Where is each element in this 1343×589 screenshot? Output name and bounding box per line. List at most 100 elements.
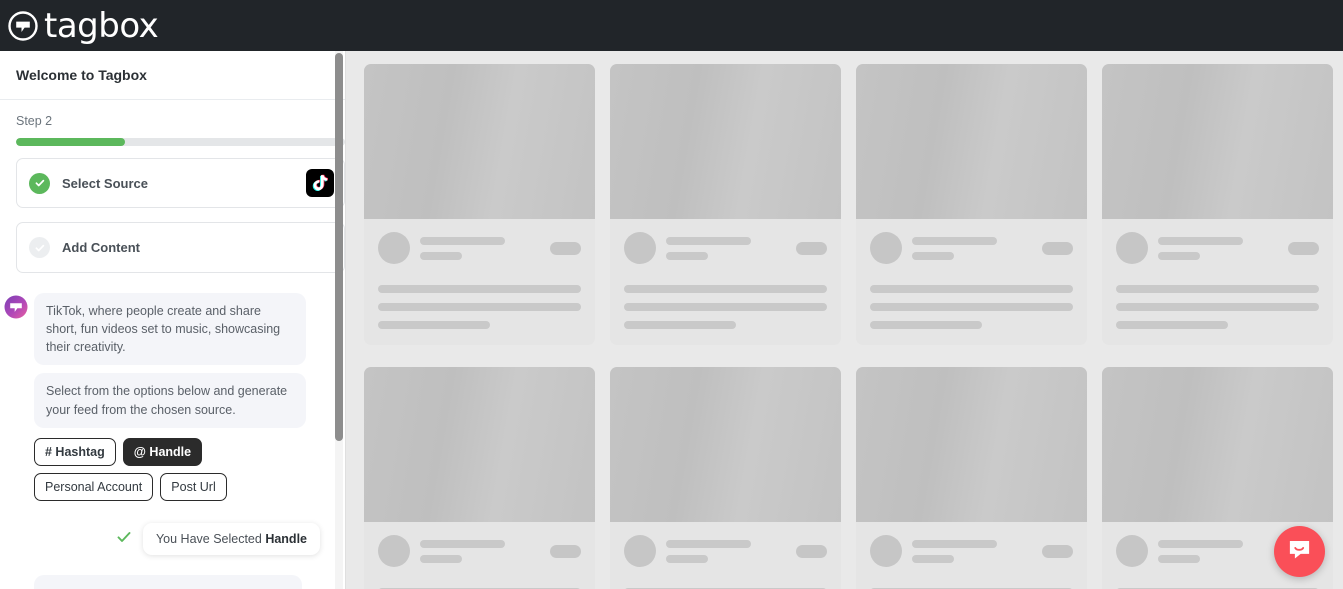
- skeleton-line: [1158, 554, 1200, 563]
- sidebar-scrollbar-thumb[interactable]: [335, 53, 343, 441]
- sidebar-header: Welcome to Tagbox: [0, 51, 346, 100]
- skeleton-media: [364, 64, 595, 219]
- bot-avatar-icon: [4, 295, 28, 319]
- status-badge: You Have Selected Handle: [142, 523, 320, 556]
- chat-bubble-text: TikTok, where people create and share sh…: [34, 293, 306, 366]
- skeleton-avatar: [378, 535, 410, 567]
- skeleton-header: [378, 535, 581, 567]
- skeleton-pill: [550, 241, 581, 255]
- assistant-chat: TikTok, where people create and share sh…: [0, 287, 346, 589]
- feed-skeleton-card: [1102, 64, 1333, 345]
- skeleton-media: [856, 367, 1087, 522]
- option-handle[interactable]: @ Handle: [122, 437, 203, 466]
- skeleton-line: [378, 321, 490, 329]
- option-post-url[interactable]: Post Url: [160, 473, 227, 502]
- skeleton-media: [1102, 367, 1333, 522]
- confirmation-prefix: You Have Selected: [155, 532, 266, 547]
- feed-preview-area: [346, 51, 1343, 589]
- page-title: Welcome to Tagbox: [16, 67, 147, 83]
- skeleton-pill: [1288, 241, 1319, 255]
- skeleton-header: [870, 535, 1073, 567]
- skeleton-line: [870, 303, 1073, 311]
- chat-bubble-instruction: Select from the options below and genera…: [34, 373, 306, 428]
- skeleton-body: [364, 219, 595, 345]
- skeleton-media: [364, 367, 595, 522]
- skeleton-pill: [1042, 544, 1073, 558]
- progress-section: Step 2: [0, 100, 346, 146]
- skeleton-pill: [1042, 241, 1073, 255]
- skeleton-line: [666, 539, 751, 548]
- intercom-launcher-button[interactable]: [1274, 526, 1325, 577]
- skeleton-header: [870, 232, 1073, 264]
- skeleton-header-lines: [666, 236, 786, 260]
- skeleton-header: [378, 232, 581, 264]
- app-header: tagbox: [0, 0, 1343, 51]
- skeleton-avatar: [1116, 232, 1148, 264]
- skeleton-line: [1116, 285, 1319, 293]
- skeleton-line: [666, 554, 708, 563]
- intercom-chat-icon: [1287, 537, 1312, 567]
- skeleton-line: [912, 251, 954, 260]
- chat-message-source-description: TikTok, where people create and share sh…: [4, 293, 330, 366]
- option-hashtag[interactable]: # Hashtag: [34, 437, 116, 466]
- skeleton-line: [420, 236, 505, 245]
- skeleton-line: [912, 236, 997, 245]
- brand-logo[interactable]: tagbox: [0, 5, 159, 46]
- feed-skeleton-card: [364, 367, 595, 589]
- brand-name: tagbox: [44, 5, 159, 46]
- skeleton-line: [378, 285, 581, 293]
- skeleton-avatar: [870, 232, 902, 264]
- skeleton-line: [1116, 303, 1319, 311]
- skeleton-header-lines: [420, 236, 540, 260]
- skeleton-header: [624, 232, 827, 264]
- skeleton-line: [420, 554, 462, 563]
- step-label: Step 2: [16, 114, 53, 128]
- skeleton-media: [610, 64, 841, 219]
- step-card-label: Add Content: [62, 240, 140, 255]
- skeleton-avatar: [870, 535, 902, 567]
- skeleton-header-lines: [1158, 236, 1278, 260]
- skeleton-line: [624, 321, 736, 329]
- step-card-label: Select Source: [62, 175, 148, 191]
- skeleton-header-lines: [1158, 539, 1278, 563]
- feed-skeleton-card: [610, 64, 841, 345]
- step-card-add-content[interactable]: Add Content: [16, 222, 345, 273]
- skeleton-avatar: [1116, 535, 1148, 567]
- skeleton-line: [1158, 539, 1243, 548]
- skeleton-avatar: [624, 232, 656, 264]
- skeleton-line: [870, 321, 982, 329]
- skeleton-body: [610, 522, 841, 589]
- feed-skeleton-card: [856, 367, 1087, 589]
- skeleton-paragraph: [378, 285, 581, 329]
- skeleton-header: [624, 535, 827, 567]
- skeleton-line: [624, 303, 827, 311]
- tiktok-icon[interactable]: [306, 169, 334, 197]
- progress-bar-fill: [16, 138, 125, 146]
- skeleton-line: [912, 539, 997, 548]
- tagbox-logo-icon: [8, 10, 38, 41]
- skeleton-body: [856, 219, 1087, 345]
- skeleton-line: [870, 285, 1073, 293]
- source-option-list: # Hashtag @ Handle Personal Account Post…: [34, 437, 324, 502]
- skeleton-line: [420, 539, 505, 548]
- onboarding-sidebar: Welcome to Tagbox Step 2 Select Source A…: [0, 51, 346, 589]
- skeleton-header-lines: [912, 236, 1032, 260]
- feed-skeleton-card: [364, 64, 595, 345]
- confirmation-emphasis: Handle: [265, 532, 307, 547]
- skeleton-body: [364, 522, 595, 589]
- skeleton-body: [610, 219, 841, 345]
- step-card-list: Select Source Add Content: [0, 146, 346, 273]
- skeleton-avatar: [378, 232, 410, 264]
- step-card-select-source[interactable]: Select Source: [16, 158, 345, 208]
- skeleton-pill: [796, 241, 827, 255]
- skeleton-header-lines: [912, 539, 1032, 563]
- skeleton-line: [1158, 236, 1243, 245]
- skeleton-body: [1102, 219, 1333, 345]
- skeleton-media: [856, 64, 1087, 219]
- skeleton-paragraph: [870, 285, 1073, 329]
- skeleton-avatar: [624, 535, 656, 567]
- feed-skeleton-card: [610, 367, 841, 589]
- option-personal-account[interactable]: Personal Account: [34, 473, 154, 502]
- skeleton-body: [856, 522, 1087, 589]
- skeleton-line: [1116, 321, 1228, 329]
